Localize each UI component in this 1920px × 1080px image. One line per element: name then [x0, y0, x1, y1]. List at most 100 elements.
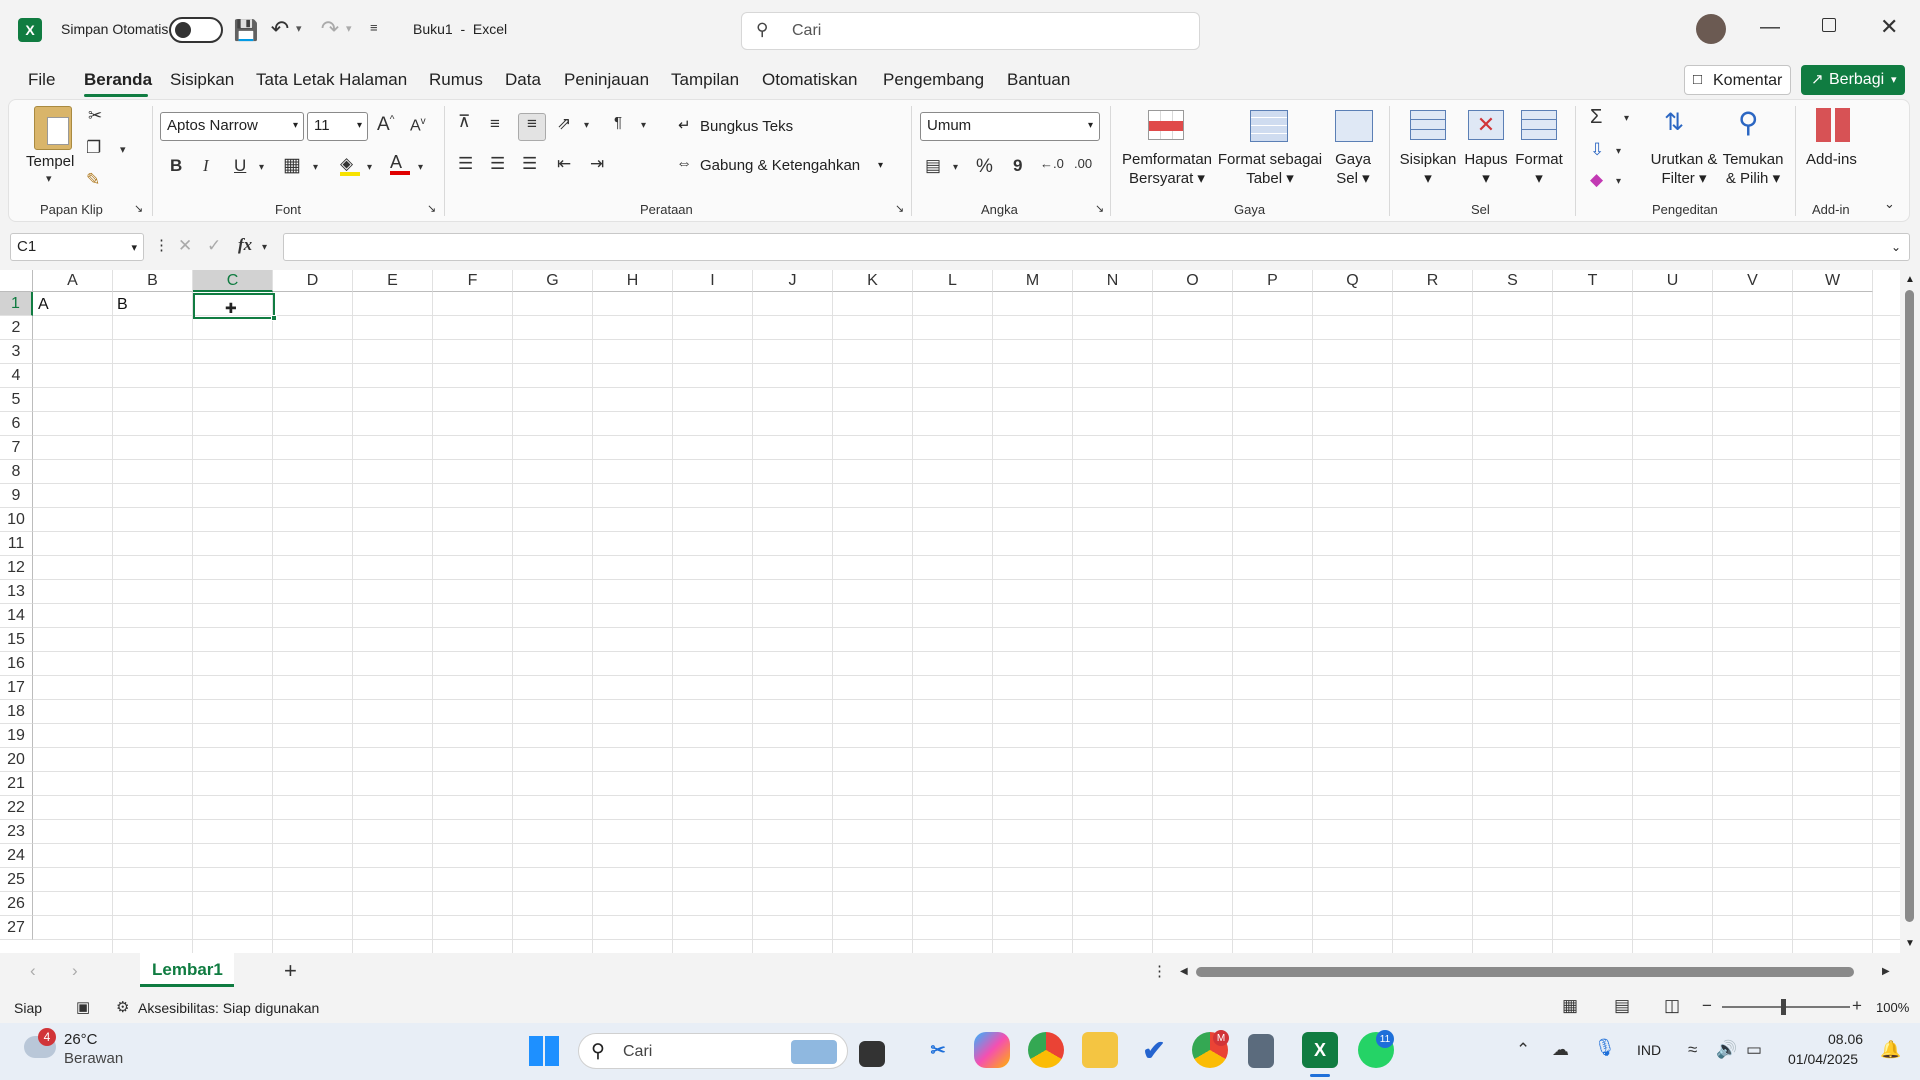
confirm-entry-icon[interactable]: ✓: [207, 236, 221, 256]
tab-data[interactable]: Data: [505, 70, 541, 90]
cell-b1[interactable]: B: [117, 296, 128, 314]
row-header-19[interactable]: 19: [0, 724, 33, 748]
column-header-f[interactable]: F: [433, 270, 513, 292]
zoom-slider-thumb[interactable]: [1781, 999, 1786, 1015]
microphone-icon[interactable]: 🎙: [1594, 1038, 1616, 1058]
row-header-21[interactable]: 21: [0, 772, 33, 796]
column-header-b[interactable]: B: [113, 270, 193, 292]
input-language[interactable]: IND: [1637, 1042, 1661, 1058]
share-button[interactable]: ↗ Berbagi ▾: [1801, 65, 1905, 95]
undo-icon[interactable]: ↶: [268, 16, 292, 42]
formula-options-icon[interactable]: ⋮: [154, 236, 169, 254]
taskbar-search[interactable]: ⚲ Cari: [578, 1033, 848, 1069]
add-ins-icon[interactable]: [1816, 108, 1850, 142]
orientation-icon[interactable]: ⇗: [557, 114, 571, 134]
italic-button[interactable]: I: [203, 156, 209, 176]
undo-dropdown-icon[interactable]: ▾: [296, 22, 302, 35]
tab-file[interactable]: File: [28, 70, 55, 90]
add-sheet-icon[interactable]: +: [284, 958, 297, 984]
column-header-a[interactable]: A: [33, 270, 113, 292]
onedrive-icon[interactable]: ☁: [1552, 1040, 1569, 1060]
underline-button[interactable]: U: [234, 156, 246, 176]
column-header-v[interactable]: V: [1713, 270, 1793, 292]
row-header-22[interactable]: 22: [0, 796, 33, 820]
row-header-10[interactable]: 10: [0, 508, 33, 532]
minimize-icon[interactable]: —: [1760, 16, 1780, 39]
wrap-text-button[interactable]: ↵ Bungkus Teks: [678, 116, 818, 140]
select-all-corner[interactable]: [0, 270, 33, 292]
autosum-dropdown-icon[interactable]: ▾: [1624, 113, 1629, 124]
text-direction-dropdown-icon[interactable]: ▾: [641, 120, 646, 131]
copy-icon[interactable]: ❐: [86, 138, 101, 158]
volume-icon[interactable]: 🔊: [1716, 1040, 1737, 1060]
number-format-combo[interactable]: Umum ▾: [920, 112, 1100, 141]
tab-rumus[interactable]: Rumus: [429, 70, 483, 90]
insert-cells-label[interactable]: Sisipkan ▾: [1396, 150, 1460, 188]
format-cells-icon[interactable]: [1521, 110, 1557, 140]
fill-icon[interactable]: ⇩: [1590, 140, 1604, 160]
orientation-dropdown-icon[interactable]: ▾: [584, 120, 589, 131]
calculator-icon[interactable]: [1248, 1034, 1274, 1068]
column-header-p[interactable]: P: [1233, 270, 1313, 292]
tab-pengembang[interactable]: Pengembang: [883, 70, 984, 90]
decrease-decimal-icon[interactable]: .00: [1074, 156, 1092, 171]
borders-icon[interactable]: ▦: [283, 154, 301, 177]
align-right-icon[interactable]: ☰: [522, 154, 537, 174]
sort-filter-icon[interactable]: ⇅: [1664, 108, 1684, 137]
close-icon[interactable]: ✕: [1880, 14, 1898, 40]
page-layout-view-icon[interactable]: ▤: [1614, 996, 1630, 1016]
fill-color-icon[interactable]: ◈: [340, 154, 360, 176]
row-header-27[interactable]: 27: [0, 916, 33, 940]
vertical-scrollbar[interactable]: ▲ ▼: [1900, 270, 1920, 953]
conditional-formatting-icon[interactable]: [1148, 110, 1184, 140]
font-launcher-icon[interactable]: ↘: [427, 202, 436, 215]
decrease-indent-icon[interactable]: ⇤: [557, 154, 571, 174]
column-header-r[interactable]: R: [1393, 270, 1473, 292]
copy-dropdown-icon[interactable]: ▾: [120, 143, 126, 156]
scroll-left-icon[interactable]: ◀: [1180, 966, 1188, 977]
row-header-20[interactable]: 20: [0, 748, 33, 772]
insert-cells-icon[interactable]: [1410, 110, 1446, 140]
row-header-11[interactable]: 11: [0, 532, 33, 556]
increase-font-icon[interactable]: A^: [377, 114, 394, 136]
next-sheet-icon[interactable]: ›: [72, 961, 78, 981]
column-header-h[interactable]: H: [593, 270, 673, 292]
format-as-table-label[interactable]: Format sebagai Tabel ▾: [1216, 150, 1324, 188]
paste-dropdown-icon[interactable]: ▾: [46, 172, 52, 185]
number-launcher-icon[interactable]: ↘: [1095, 202, 1104, 215]
clear-dropdown-icon[interactable]: ▾: [1616, 176, 1621, 187]
clear-icon[interactable]: ◆: [1590, 170, 1603, 190]
align-center-icon[interactable]: ☰: [490, 154, 505, 174]
row-header-7[interactable]: 7: [0, 436, 33, 460]
name-box[interactable]: C1 ▾: [10, 233, 144, 261]
vertical-scroll-thumb[interactable]: [1905, 290, 1914, 922]
autosave-toggle[interactable]: [169, 17, 223, 43]
currency-dropdown-icon[interactable]: ▾: [953, 162, 958, 173]
increase-indent-icon[interactable]: ⇥: [590, 154, 604, 174]
align-left-icon[interactable]: ☰: [458, 154, 473, 174]
zoom-in-icon[interactable]: +: [1852, 996, 1862, 1016]
accessibility-status[interactable]: Aksesibilitas: Siap digunakan: [138, 1000, 319, 1016]
underline-dropdown-icon[interactable]: ▾: [259, 162, 264, 173]
macro-recording-icon[interactable]: ▣: [76, 998, 90, 1016]
column-header-j[interactable]: J: [753, 270, 833, 292]
sheet-tab-lembar1[interactable]: Lembar1: [140, 953, 234, 987]
comma-style-button[interactable]: 9: [1013, 156, 1022, 176]
normal-view-icon[interactable]: ▦: [1562, 996, 1578, 1016]
search-box[interactable]: ⚲ Cari: [741, 12, 1200, 50]
chrome-icon[interactable]: [1028, 1032, 1064, 1068]
notifications-icon[interactable]: 🔔: [1880, 1040, 1901, 1060]
fill-dropdown-icon[interactable]: ▾: [1616, 146, 1621, 157]
clipboard-launcher-icon[interactable]: ↘: [134, 202, 143, 215]
todo-icon[interactable]: ✔: [1136, 1032, 1172, 1068]
font-size-combo[interactable]: 11 ▾: [307, 112, 368, 141]
row-header-5[interactable]: 5: [0, 388, 33, 412]
column-header-c[interactable]: C: [193, 270, 273, 292]
redo-dropdown-icon[interactable]: ▾: [346, 22, 352, 35]
file-explorer-icon[interactable]: [1082, 1032, 1118, 1068]
increase-decimal-icon[interactable]: ←.0: [1040, 156, 1064, 171]
row-header-25[interactable]: 25: [0, 868, 33, 892]
wifi-icon[interactable]: ≈: [1688, 1040, 1697, 1060]
format-painter-icon[interactable]: ✎: [86, 170, 100, 190]
column-header-q[interactable]: Q: [1313, 270, 1393, 292]
